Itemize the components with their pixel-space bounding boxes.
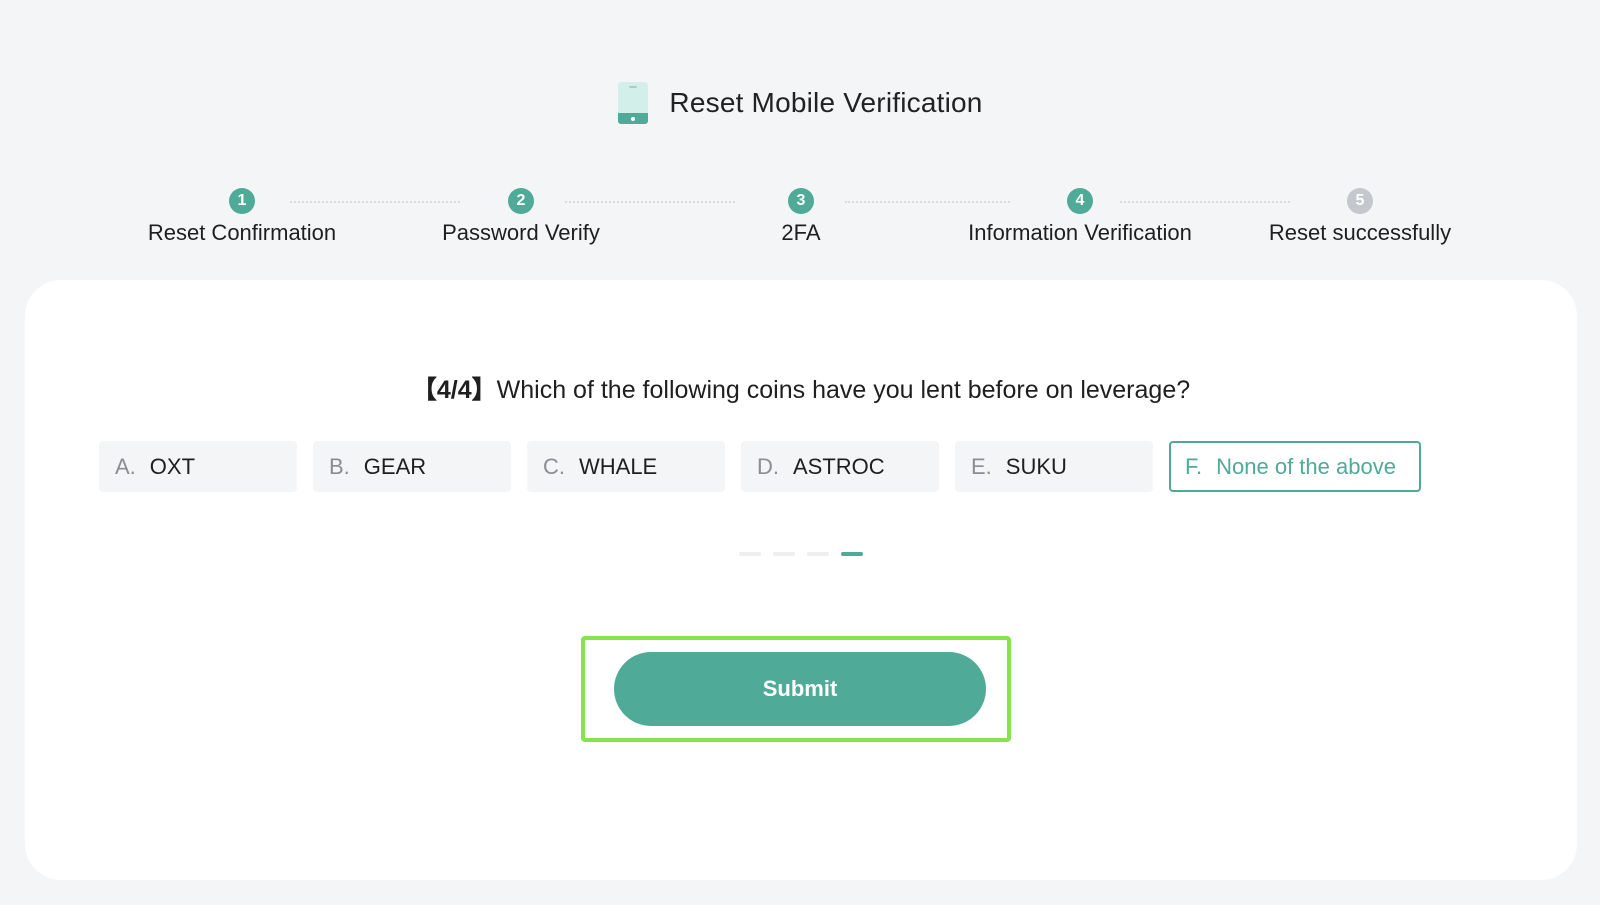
- option-f[interactable]: F. None of the above: [1169, 441, 1421, 492]
- answer-options: A. OXT B. GEAR C. WHALE D. ASTROC E. SUK…: [99, 441, 1421, 492]
- option-e[interactable]: E. SUKU: [955, 441, 1153, 492]
- step-label: Information Verification: [968, 220, 1192, 245]
- pager-dash: [807, 552, 829, 556]
- step-password-verify: 2 Password Verify: [381, 188, 661, 246]
- step-label: Password Verify: [442, 220, 600, 245]
- step-reset-confirmation: 1 Reset Confirmation: [102, 188, 382, 246]
- option-a[interactable]: A. OXT: [99, 441, 297, 492]
- step-label: Reset successfully: [1268, 220, 1452, 245]
- option-label: GEAR: [363, 453, 427, 479]
- step-number: 5: [1347, 188, 1373, 214]
- submit-button[interactable]: Submit: [614, 652, 986, 726]
- pager-dash: [739, 552, 761, 556]
- question-number: 【4/4】: [411, 376, 497, 404]
- verification-card: 【4/4】Which of the following coins have y…: [25, 280, 1577, 880]
- option-label: WHALE: [579, 453, 658, 479]
- step-label: 2FA: [781, 220, 821, 245]
- pager-dash: [773, 552, 795, 556]
- mobile-phone-icon: [618, 82, 649, 124]
- page-header: Reset Mobile Verification: [0, 80, 1600, 126]
- option-letter: C.: [543, 453, 565, 479]
- step-number: 2: [508, 188, 534, 214]
- option-label: SUKU: [1005, 453, 1067, 479]
- step-number: 3: [788, 188, 814, 214]
- question-pager: [25, 552, 1577, 556]
- step-reset-successfully: 5 Reset successfully: [1220, 188, 1500, 246]
- reset-mobile-verification-page: Reset Mobile Verification 1 Reset Confir…: [0, 0, 1600, 905]
- option-label: None of the above: [1216, 453, 1396, 479]
- page-title: Reset Mobile Verification: [669, 87, 983, 118]
- option-d[interactable]: D. ASTROC: [741, 441, 939, 492]
- step-label: Reset Confirmation: [147, 220, 337, 245]
- option-b[interactable]: B. GEAR: [313, 441, 511, 492]
- progress-stepper: 1 Reset Confirmation 2 Password Verify 3…: [0, 188, 1600, 248]
- step-number: 1: [229, 188, 255, 214]
- option-letter: F.: [1185, 453, 1203, 479]
- option-letter: A.: [115, 453, 136, 479]
- option-letter: B.: [329, 453, 350, 479]
- option-letter: D.: [757, 453, 779, 479]
- option-label: ASTROC: [793, 453, 885, 479]
- option-c[interactable]: C. WHALE: [527, 441, 725, 492]
- pager-dash-active: [841, 552, 863, 556]
- step-information-verification: 4 Information Verification: [940, 188, 1220, 246]
- option-letter: E.: [971, 453, 992, 479]
- step-number: 4: [1067, 188, 1093, 214]
- question-body: Which of the following coins have you le…: [496, 376, 1191, 404]
- question-text: 【4/4】Which of the following coins have y…: [25, 370, 1577, 406]
- option-label: OXT: [149, 453, 196, 479]
- step-2fa: 3 2FA: [661, 188, 941, 246]
